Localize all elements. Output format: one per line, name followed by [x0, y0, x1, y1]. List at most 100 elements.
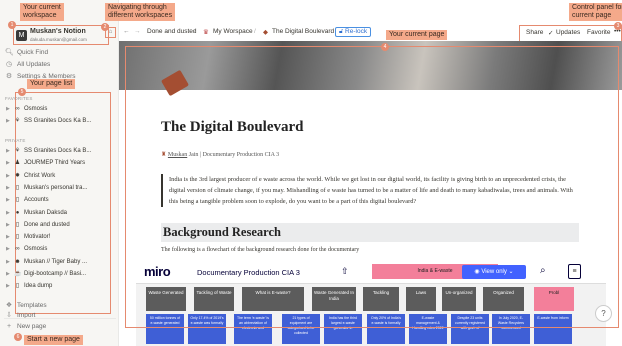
expand-arrow-icon[interactable]: ▶ — [6, 116, 11, 126]
gear-icon: ⚙ — [5, 73, 13, 80]
expand-arrow-icon[interactable]: ▶ — [6, 257, 11, 267]
help-button[interactable]: ? — [595, 305, 612, 322]
sidebar: M Muskan's Notion dakuda.muskan@gmail.co… — [0, 0, 119, 346]
templates-icon: ❖ — [5, 302, 13, 309]
expand-arrow-icon[interactable]: ▶ — [6, 195, 11, 205]
sidebar-page-item[interactable]: ▶ ∞ Osmosis — [6, 104, 110, 114]
updates-button[interactable]: Updates — [556, 29, 580, 36]
new-page-button[interactable]: + New page — [5, 323, 46, 330]
workspace-email: dakuda.muskan@gmail.com — [30, 37, 87, 42]
page-icon: ▯ — [15, 184, 20, 191]
sidebar-page-item[interactable]: ▶ ♟ JOURMEP Third Years — [6, 158, 110, 168]
sidebar-page-label: Muskan's personal tra... — [24, 184, 88, 191]
sidebar-page-label: Idea dump — [24, 283, 53, 290]
sidebar-page-item[interactable]: ▶ ∞ Osmosis — [6, 244, 110, 254]
sidebar-page-item[interactable]: ▶ ⚘ SS Granites Docs Ka B... — [6, 146, 110, 156]
sidebar-page-label: Done and dusted — [24, 221, 70, 228]
quick-find-button[interactable]: 🔍︎ Quick Find — [5, 48, 49, 57]
share-button[interactable]: Share — [526, 29, 543, 36]
sidebar-page-label: Christ Work — [24, 172, 56, 179]
templates-button[interactable]: ❖ Templates — [5, 301, 47, 310]
expand-arrow-icon[interactable]: ▶ — [6, 158, 11, 168]
page-icon: ∞ — [15, 106, 20, 112]
search-icon: 🔍︎ — [5, 49, 14, 56]
badge: 2 — [101, 23, 109, 31]
badge: 6 — [14, 333, 22, 341]
page-icon: ☕ — [14, 271, 22, 277]
all-updates-label: All Updates — [17, 60, 51, 68]
page-icon: ◆ — [263, 29, 268, 36]
page-icon: ∞ — [15, 246, 20, 253]
expand-arrow-icon[interactable]: ▶ — [6, 183, 11, 193]
plus-icon: + — [6, 323, 12, 330]
page-icon: ⚘ — [14, 148, 21, 154]
breadcrumb-my-worspace[interactable]: My Worspace — [213, 28, 253, 35]
workspace-name: Muskan's Notion — [30, 28, 86, 35]
expand-arrow-icon[interactable]: ▶ — [6, 146, 11, 156]
quick-find-label: Quick Find — [17, 48, 49, 56]
expand-arrow-icon[interactable]: ▶ — [6, 269, 11, 279]
sidebar-page-label: SS Granites Docs Ka B... — [24, 118, 92, 124]
expand-arrow-icon[interactable]: ▶ — [6, 244, 11, 254]
templates-label: Templates — [17, 301, 47, 309]
workspace-avatar: M — [16, 30, 27, 41]
expand-arrow-icon[interactable]: ▶ — [6, 208, 11, 218]
page-control-panel: Share ✓ Updates Favorite ••• — [519, 25, 622, 42]
expand-arrow-icon[interactable]: ▶ — [6, 220, 11, 230]
expand-arrow-icon[interactable]: ▶ — [6, 104, 11, 114]
sidebar-page-label: Osmosis — [24, 246, 48, 253]
sidebar-page-item[interactable]: ▶ ▯ Idea dump — [6, 281, 110, 291]
notion-app: M Muskan's Notion dakuda.muskan@gmail.co… — [0, 0, 622, 346]
expand-arrow-icon[interactable]: ▶ — [6, 171, 11, 181]
page-icon: ♟ — [14, 160, 21, 167]
callout-navigating: Navigating through different workspaces — [105, 3, 176, 21]
sidebar-page-item[interactable]: ▶ ⚘ SS Granites Docs Ka B... — [6, 116, 110, 126]
sidebar-page-label: JOURMEP Third Years — [24, 160, 86, 167]
favorite-button[interactable]: Favorite — [587, 29, 610, 36]
relock-button[interactable]: 🔓︎ Re-lock — [335, 27, 372, 37]
callout-new-page: Start a new page — [24, 335, 83, 345]
expand-arrow-icon[interactable]: ▶ — [6, 281, 11, 291]
favorites-section-label: FAVORITES — [5, 96, 33, 101]
clock-icon: ◷ — [5, 61, 13, 68]
page-icon: ✸ — [14, 172, 21, 179]
sidebar-page-item[interactable]: ▶ ▯ Done and dusted — [6, 220, 110, 230]
callout-control-panel: Control panel for current page — [569, 3, 622, 21]
page-icon: ▯ — [15, 221, 20, 228]
all-updates-button[interactable]: ◷ All Updates — [5, 60, 51, 69]
page-icon: ● — [15, 209, 20, 216]
sidebar-page-label: Digi-bootcamp // Basi... — [24, 271, 87, 277]
sidebar-page-label: SS Granites Docs Ka B... — [24, 148, 92, 154]
private-section-label: PRIVATE — [5, 138, 26, 143]
expand-arrow-icon[interactable]: ▶ — [6, 232, 11, 242]
callout-page-list: Your page list — [27, 79, 76, 89]
sidebar-page-item[interactable]: ▶ ▯ Accounts — [6, 195, 110, 205]
breadcrumb-current-page[interactable]: The Digital Boulevard — [272, 28, 334, 35]
back-arrow-icon[interactable]: ← — [123, 28, 130, 35]
breadcrumb-done-and-dusted[interactable]: Done and dusted — [147, 28, 197, 35]
sidebar-page-item[interactable]: ▶ ☻ Muskan // Tiger Baby ... — [6, 257, 110, 267]
breadcrumb-separator: / — [254, 28, 256, 35]
sidebar-page-label: Muskan Daksda — [24, 209, 68, 216]
page-icon: ▯ — [15, 234, 20, 241]
sidebar-page-item[interactable]: ▶ ● Muskan Daksda — [6, 208, 110, 218]
sidebar-page-item[interactable]: ▶ ▯ Motivator! — [6, 232, 110, 242]
workspace-page-icon: ♛ — [203, 29, 209, 36]
badge: 3 — [614, 22, 622, 30]
sidebar-page-item[interactable]: ▶ ▯ Muskan's personal tra... — [6, 183, 110, 193]
forward-arrow-icon[interactable]: → — [134, 28, 141, 35]
badge: 1 — [8, 21, 16, 29]
check-icon: ✓ — [548, 30, 554, 37]
sidebar-page-label: Osmosis — [24, 106, 48, 112]
page-icon: ⚘ — [14, 118, 21, 124]
callout-current-page: Your current page — [386, 30, 448, 40]
badge: 4 — [381, 43, 389, 51]
callout-current-workspace: Your current workspace — [20, 3, 64, 21]
page-icon: ▯ — [15, 197, 20, 204]
sidebar-page-item[interactable]: ▶ ✸ Christ Work — [6, 171, 110, 181]
sidebar-page-label: Accounts — [24, 197, 49, 204]
sidebar-page-item[interactable]: ▶ ☕ Digi-bootcamp // Basi... — [6, 269, 110, 279]
workspace-switcher[interactable]: M Muskan's Notion dakuda.muskan@gmail.co… — [13, 25, 109, 45]
breadcrumb-separator: / — [194, 28, 196, 35]
page-icon: ☻ — [14, 258, 21, 265]
